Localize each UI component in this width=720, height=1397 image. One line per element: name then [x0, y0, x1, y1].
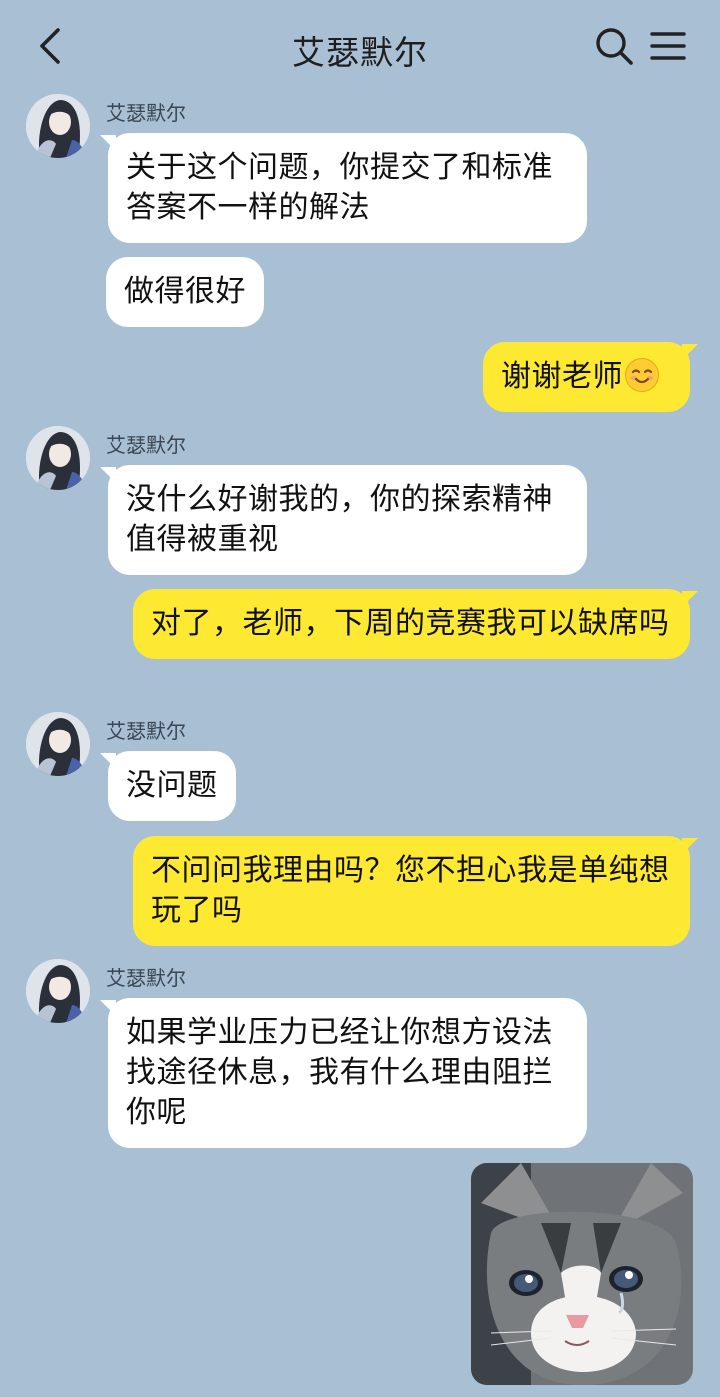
sender-name: 艾瑟默尔 — [106, 433, 186, 457]
incoming-message[interactable]: 关于这个问题，你提交了和标准答案不一样的解法 — [100, 133, 587, 243]
avatar[interactable] — [26, 959, 90, 1023]
message-text: 谢谢老师 — [501, 359, 623, 394]
avatar-portrait-icon — [26, 426, 90, 490]
avatar-portrait-icon — [26, 94, 90, 158]
search-icon[interactable] — [594, 26, 634, 66]
outgoing-message[interactable]: 谢谢老师 — [483, 342, 698, 412]
sender-name: 艾瑟默尔 — [106, 101, 186, 125]
avatar[interactable] — [26, 426, 90, 490]
avatar-portrait-icon — [26, 959, 90, 1023]
incoming-message[interactable]: 没问题 — [100, 751, 236, 821]
avatar[interactable] — [26, 94, 90, 158]
smiling-face-emoji-icon — [625, 358, 659, 392]
outgoing-message[interactable]: 不问问我理由吗？您不担心我是单纯想玩了吗 — [133, 836, 698, 946]
incoming-message[interactable]: 如果学业压力已经让你想方设法找途径休息，我有什么理由阻拦你呢 — [100, 998, 587, 1148]
avatar[interactable] — [26, 712, 90, 776]
crying-cat-sticker[interactable] — [471, 1163, 693, 1385]
avatar-portrait-icon — [26, 712, 90, 776]
chat-header: 艾瑟默尔 — [0, 0, 720, 92]
outgoing-message[interactable]: 对了，老师，下周的竞赛我可以缺席吗 — [133, 589, 698, 659]
crying-cat-sticker-icon — [471, 1163, 693, 1385]
sender-name: 艾瑟默尔 — [106, 719, 186, 743]
sender-name: 艾瑟默尔 — [106, 966, 186, 990]
incoming-message[interactable]: 没什么好谢我的，你的探索精神值得被重视 — [100, 465, 587, 575]
incoming-message[interactable]: 做得很好 — [106, 257, 264, 327]
menu-icon[interactable] — [650, 30, 686, 62]
